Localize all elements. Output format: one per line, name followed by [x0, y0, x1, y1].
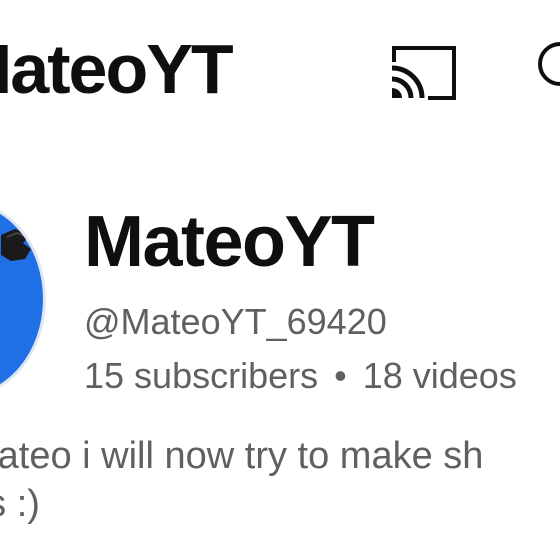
header-title: MateoYT — [0, 30, 234, 108]
avatar[interactable] — [0, 200, 46, 398]
channel-handle: @MateoYT_69420 — [84, 301, 387, 342]
channel-description[interactable]: mateo i will now try to make sh ds :) — [0, 432, 483, 528]
cast-button[interactable] — [388, 42, 460, 102]
video-count: 18 videos — [362, 355, 517, 396]
search-icon — [538, 42, 560, 86]
search-button[interactable] — [530, 38, 560, 98]
cast-icon — [391, 46, 456, 100]
avatar-hat-icon — [1, 229, 31, 261]
subscriber-count: 15 subscribers — [84, 355, 319, 396]
stats-separator: • — [334, 355, 347, 396]
channel-stats: 15 subscribers • 18 videos — [84, 358, 517, 394]
channel-page: MateoYT MateoYT @MateoYT_69420 15 subscr… — [0, 0, 560, 560]
description-line: ds :) — [0, 483, 40, 525]
channel-name: MateoYT — [84, 202, 375, 282]
description-line: mateo i will now try to make sh — [0, 435, 484, 477]
